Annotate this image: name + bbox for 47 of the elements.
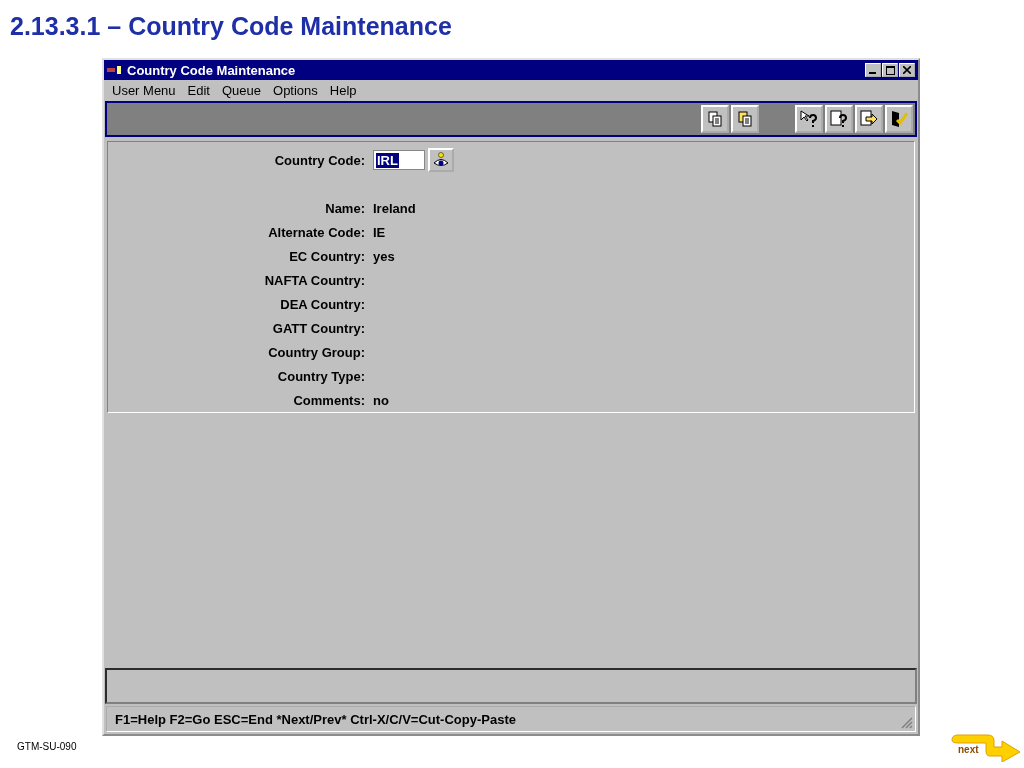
field-label: NAFTA Country:	[263, 272, 365, 288]
country-code-field[interactable]: IRL	[373, 150, 425, 170]
field-label: Alternate Code:	[267, 224, 365, 240]
menu-item[interactable]: Help	[329, 83, 357, 98]
document-arrow-icon	[860, 110, 878, 128]
copy-button[interactable]	[701, 105, 729, 133]
menu-item[interactable]: Queue	[222, 83, 262, 98]
close-icon	[903, 66, 911, 74]
menu-item[interactable]: Edit	[187, 83, 210, 98]
slide-code: GTM-SU-090	[17, 741, 77, 752]
field-label: Comments:	[292, 392, 365, 408]
minimize-button[interactable]	[865, 63, 881, 77]
slide-title: 2.13.3.1 – Country Code Maintenance	[10, 12, 452, 41]
window-title: Country Code Maintenance	[127, 62, 297, 78]
document-question-icon	[830, 110, 848, 128]
field-label: Country Code:	[273, 152, 365, 168]
door-check-icon	[890, 110, 908, 128]
exit-button[interactable]	[885, 105, 913, 133]
arrow-icon	[950, 732, 1022, 762]
field-label: Name:	[324, 200, 365, 216]
field-label: GATT Country:	[271, 320, 365, 336]
eye-icon	[433, 152, 449, 168]
question-arrow-icon	[800, 110, 818, 128]
maximize-icon	[885, 65, 895, 75]
close-button[interactable]	[899, 63, 915, 77]
paste-icon	[737, 111, 753, 127]
field-label: Country Group:	[267, 344, 365, 360]
document-help-button[interactable]	[825, 105, 853, 133]
app-icon	[107, 65, 123, 75]
menu-item[interactable]: User Menu	[112, 83, 176, 98]
status-text: F1=Help F2=Go ESC=End *Next/Prev* Ctrl-X/C/V=Cut-Copy-Paste	[115, 711, 516, 727]
field-label: EC Country:	[288, 248, 365, 264]
paste-button[interactable]	[731, 105, 759, 133]
lookup-button[interactable]	[428, 148, 454, 172]
maximize-button[interactable]	[882, 63, 898, 77]
next-button[interactable]: next	[950, 732, 1022, 762]
help-button[interactable]	[795, 105, 823, 133]
field-label: Country Type:	[276, 368, 365, 384]
field-label: DEA Country:	[279, 296, 365, 312]
field-value: no	[373, 392, 390, 408]
field-value: IE	[373, 224, 387, 240]
menu-item[interactable]: Options	[273, 83, 318, 98]
field-value: yes	[373, 248, 396, 264]
field-value: Ireland	[373, 200, 417, 216]
document-arrow-button[interactable]	[855, 105, 883, 133]
resize-grip-icon	[899, 715, 913, 729]
copy-icon	[707, 111, 723, 127]
